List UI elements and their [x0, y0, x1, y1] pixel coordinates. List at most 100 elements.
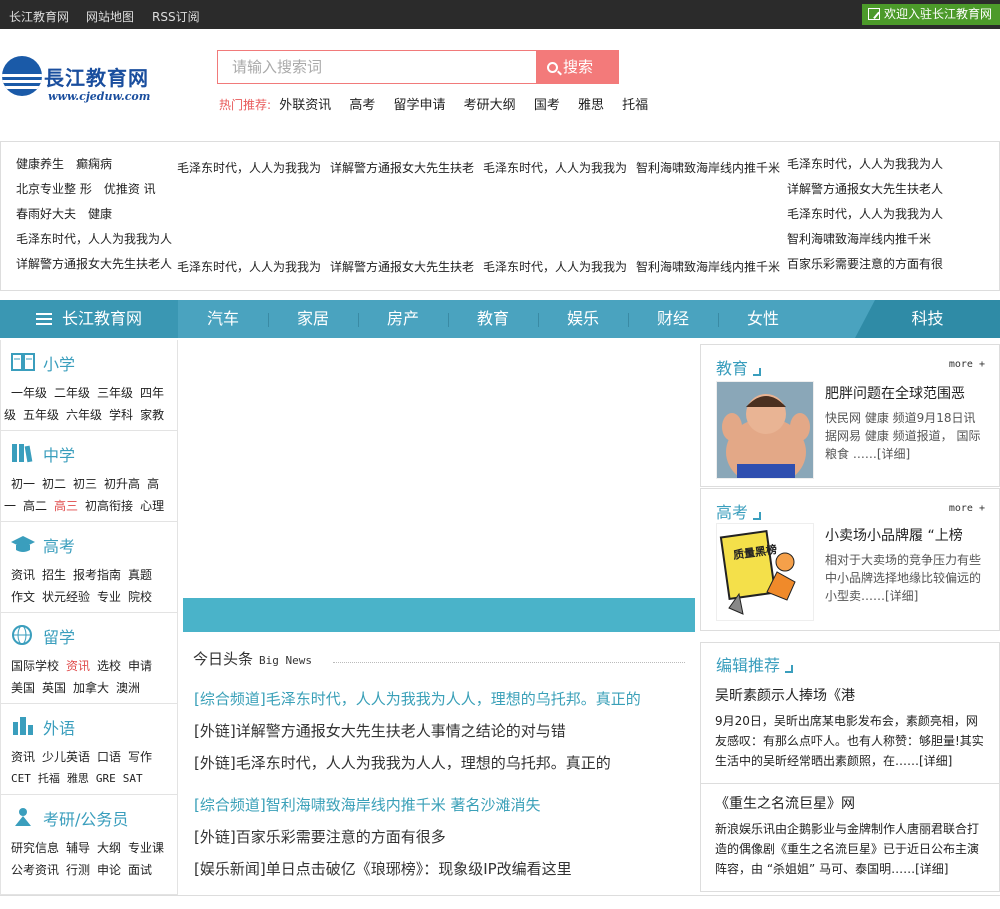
category-title[interactable]: 中学: [43, 442, 75, 466]
article-title[interactable]: 吴昕素颜示人捧场《港: [715, 685, 855, 705]
category-link[interactable]: 级: [4, 408, 16, 422]
hot-item[interactable]: 国考: [534, 98, 560, 113]
hot-item[interactable]: 外联资讯: [279, 98, 331, 113]
category-link[interactable]: 专业课: [128, 841, 164, 855]
center-banner[interactable]: [183, 598, 695, 632]
nav-item-education[interactable]: 教育: [448, 300, 538, 338]
category-link[interactable]: SAT: [123, 772, 143, 785]
nav-item-finance[interactable]: 财经: [628, 300, 718, 338]
search-button[interactable]: 搜索: [537, 50, 619, 84]
section-title-editor[interactable]: 编辑推荐: [716, 652, 794, 676]
category-link[interactable]: 澳洲: [116, 681, 140, 695]
headline-link[interactable]: [综合频道]毛泽东时代，人人为我我为人人，理想的乌托邦。真正的: [194, 688, 641, 709]
hot-item[interactable]: 高考: [349, 98, 375, 113]
category-link[interactable]: 一: [4, 499, 16, 513]
category-link[interactable]: 国际学校: [11, 659, 59, 673]
ad-link[interactable]: 毛泽东时代，人人为我我为人: [16, 230, 172, 247]
top-link-sitemap[interactable]: 网站地图: [86, 8, 134, 25]
category-link[interactable]: 资讯: [11, 750, 35, 764]
ad-link[interactable]: 百家乐彩需要注意的方面有很: [787, 255, 943, 272]
category-link[interactable]: 院校: [128, 590, 152, 604]
search-input[interactable]: [218, 51, 536, 83]
ad-link[interactable]: 详解警方通报女大先生扶老: [330, 159, 474, 176]
category-link[interactable]: 初一: [11, 477, 35, 491]
category-link[interactable]: 大纲: [97, 841, 121, 855]
headline-link[interactable]: [外链]详解警方通报女大先生扶老人事情之结论的对与错: [194, 720, 566, 741]
category-title[interactable]: 外语: [43, 715, 75, 739]
ad-link[interactable]: 春雨好大夫 健康: [16, 205, 112, 222]
category-title[interactable]: 高考: [43, 533, 75, 557]
ad-link[interactable]: 详解警方通报女大先生扶老人: [16, 255, 172, 272]
category-link[interactable]: 初高衔接: [85, 499, 133, 513]
category-link[interactable]: 学科: [109, 408, 133, 422]
category-link-active[interactable]: 高三: [54, 499, 78, 513]
ad-link[interactable]: 北京专业整 形 优推资 讯: [16, 180, 156, 197]
category-link[interactable]: 初三: [73, 477, 97, 491]
category-link[interactable]: 招生: [42, 568, 66, 582]
category-link[interactable]: 申论: [97, 863, 121, 877]
nav-item-tech[interactable]: 科技: [855, 300, 1000, 338]
category-link[interactable]: 家教: [140, 408, 164, 422]
article-thumbnail[interactable]: 质量黑榜: [716, 523, 814, 621]
headline-link[interactable]: [外链]百家乐彩需要注意的方面有很多: [194, 826, 446, 847]
category-link[interactable]: 高二: [23, 499, 47, 513]
category-link[interactable]: 四年: [140, 386, 164, 400]
category-link[interactable]: 状元经验: [42, 590, 90, 604]
welcome-button[interactable]: 欢迎入驻长江教育网: [862, 4, 1000, 25]
category-link[interactable]: 初二: [42, 477, 66, 491]
article-title[interactable]: 《重生之名流巨星》网: [715, 793, 855, 813]
category-link[interactable]: 一年级: [11, 386, 47, 400]
category-link[interactable]: 英国: [42, 681, 66, 695]
nav-item-women[interactable]: 女性: [718, 300, 808, 338]
category-link[interactable]: 面试: [128, 863, 152, 877]
nav-item-home[interactable]: 家居: [268, 300, 358, 338]
category-link[interactable]: 公考资讯: [11, 863, 59, 877]
site-logo[interactable]: 長江教育网 www.cjeduw.com: [0, 52, 160, 108]
category-link[interactable]: 三年级: [97, 386, 133, 400]
hot-item[interactable]: 雅思: [578, 98, 604, 113]
headline-link[interactable]: [外链]毛泽东时代，人人为我我为人人，理想的乌托邦。真正的: [194, 752, 611, 773]
category-title[interactable]: 小学: [43, 351, 75, 375]
top-link-home[interactable]: 长江教育网: [9, 8, 69, 25]
category-link[interactable]: 六年级: [66, 408, 102, 422]
category-link[interactable]: 初升高: [104, 477, 140, 491]
category-link[interactable]: 作文: [11, 590, 35, 604]
category-link[interactable]: GRE: [96, 772, 116, 785]
category-link[interactable]: 二年级: [54, 386, 90, 400]
category-title[interactable]: 考研/公务员: [43, 806, 128, 830]
ad-link[interactable]: 毛泽东时代，人人为我我为人: [787, 155, 943, 172]
category-link[interactable]: 口语: [97, 750, 121, 764]
category-link[interactable]: 报考指南: [73, 568, 121, 582]
ad-link[interactable]: 智利海啸致海岸线内推千米: [787, 230, 931, 247]
nav-item-house[interactable]: 房产: [358, 300, 448, 338]
category-link[interactable]: 高: [147, 477, 159, 491]
article-thumbnail[interactable]: [716, 381, 814, 479]
ad-link[interactable]: 毛泽东时代，人人为我我为: [483, 258, 627, 275]
category-link[interactable]: 申请: [128, 659, 152, 673]
category-link[interactable]: 少儿英语: [42, 750, 90, 764]
category-link[interactable]: 雅思: [67, 772, 89, 785]
category-link[interactable]: 辅导: [66, 841, 90, 855]
ad-link[interactable]: 详解警方通报女大先生扶老人: [787, 180, 943, 197]
more-link[interactable]: more +: [949, 503, 985, 514]
category-title[interactable]: 留学: [43, 624, 75, 648]
category-link[interactable]: 真题: [128, 568, 152, 582]
category-link-active[interactable]: 资讯: [66, 659, 90, 673]
nav-home[interactable]: 长江教育网: [0, 300, 178, 338]
category-link[interactable]: 资讯: [11, 568, 35, 582]
ad-link[interactable]: 健康养生 癫痫病: [16, 155, 112, 172]
hot-item[interactable]: 托福: [622, 98, 648, 113]
category-link[interactable]: 美国: [11, 681, 35, 695]
ad-link[interactable]: 毛泽东时代，人人为我我为: [177, 258, 321, 275]
ad-link[interactable]: 毛泽东时代，人人为我我为: [177, 159, 321, 176]
ad-link[interactable]: 智利海啸致海岸线内推千米: [636, 159, 780, 176]
nav-item-entertainment[interactable]: 娱乐: [538, 300, 628, 338]
section-title-gaokao[interactable]: 高考: [716, 499, 762, 523]
article-title[interactable]: 肥胖问题在全球范围恶: [825, 383, 965, 403]
ad-link[interactable]: 智利海啸致海岸线内推千米: [636, 258, 780, 275]
category-link[interactable]: 托福: [38, 772, 60, 785]
more-link[interactable]: more +: [949, 359, 985, 370]
hot-item[interactable]: 留学申请: [394, 98, 446, 113]
article-title[interactable]: 小卖场小品牌履 “上榜: [825, 525, 963, 545]
category-link[interactable]: 选校: [97, 659, 121, 673]
